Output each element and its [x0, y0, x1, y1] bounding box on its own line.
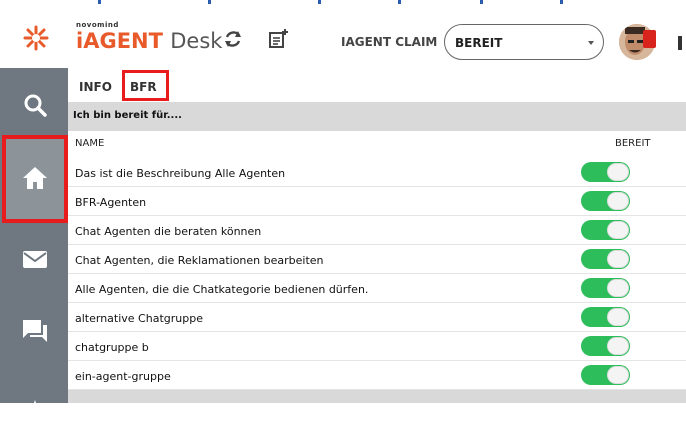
ready-toggle[interactable] [581, 220, 630, 240]
list-item: Alle Agenten, die die Chatkategorie bedi… [68, 274, 686, 303]
main-panel: INFO BFR Ich bin bereit für.... NAME BER… [68, 68, 686, 403]
new-note-icon[interactable] [267, 28, 289, 50]
more-menu-icon[interactable] [678, 36, 682, 50]
list-item: ein-agent-gruppe [68, 361, 686, 390]
ready-toggle[interactable] [581, 162, 630, 182]
column-header-ready: BEREIT [615, 138, 651, 149]
app-header: novomind iAGENT Desk IAGENT CLAIM BEREIT [0, 4, 686, 68]
group-name: Das ist die Beschreibung Alle Agenten [75, 167, 286, 180]
list-footer [68, 390, 686, 403]
list-item: chatgruppe b [68, 332, 686, 361]
list-item: Chat Agenten, die Reklamationen bearbeit… [68, 245, 686, 274]
group-name: chatgruppe b [75, 341, 149, 354]
toggle-knob [607, 163, 629, 181]
brand-desk: Desk [170, 29, 223, 53]
tab-info[interactable]: INFO [79, 80, 112, 94]
chevron-down-icon [588, 41, 594, 45]
group-name: Alle Agenten, die die Chatkategorie bedi… [75, 283, 369, 296]
sidebar-item-home[interactable] [2, 135, 68, 223]
ready-toggle[interactable] [581, 191, 630, 211]
sidebar-item-chat[interactable] [0, 294, 68, 366]
sidebar-item-more[interactable] [0, 368, 68, 440]
novomind-logo-icon [23, 25, 49, 51]
group-name: Chat Agenten die beraten können [75, 225, 262, 238]
refresh-icon[interactable] [222, 28, 244, 50]
list-item: BFR-Agenten [68, 187, 686, 216]
ready-toggle[interactable] [581, 365, 630, 385]
brand-main: iAGENT [76, 29, 163, 53]
toggle-knob [607, 221, 629, 239]
group-name: ein-agent-gruppe [75, 370, 171, 383]
ready-toggle[interactable] [581, 278, 630, 298]
group-name: BFR-Agenten [75, 196, 147, 209]
list-item: alternative Chatgruppe [68, 303, 686, 332]
ready-toggle[interactable] [581, 307, 630, 327]
sidebar-item-mail[interactable] [0, 222, 68, 294]
ready-toggle[interactable] [581, 249, 630, 269]
sidebar-item-search[interactable] [0, 68, 68, 140]
chat-icon [23, 320, 47, 342]
toggle-knob [607, 366, 629, 384]
mail-icon [23, 251, 47, 268]
list-item: Das ist die Beschreibung Alle Agenten [68, 158, 686, 187]
home-icon [23, 167, 47, 189]
status-value: BEREIT [455, 36, 503, 50]
sidebar [0, 68, 68, 418]
column-header-name: NAME [75, 138, 105, 149]
toggle-knob [607, 250, 629, 268]
notification-badge-icon[interactable] [643, 30, 656, 48]
section-title: Ich bin bereit für.... [73, 110, 182, 121]
toggle-knob [607, 192, 629, 210]
toggle-knob [607, 279, 629, 297]
section-header: Ich bin bereit für.... [68, 102, 686, 131]
status-select[interactable]: BEREIT [444, 24, 604, 60]
contacts-icon [29, 400, 41, 418]
group-name: Chat Agenten, die Reklamationen bearbeit… [75, 254, 324, 267]
toggle-knob [607, 337, 629, 355]
group-name: alternative Chatgruppe [75, 312, 203, 325]
agent-claim-label: IAGENT CLAIM [341, 35, 438, 49]
toggle-knob [607, 308, 629, 326]
tab-bfr[interactable]: BFR [130, 80, 157, 94]
ready-toggle[interactable] [581, 336, 630, 356]
app-brand: iAGENT Desk [76, 29, 222, 53]
tab-bar: INFO BFR [68, 68, 686, 102]
brand-company: novomind [76, 21, 119, 29]
search-icon [24, 94, 47, 117]
list-item: Chat Agenten die beraten können [68, 216, 686, 245]
